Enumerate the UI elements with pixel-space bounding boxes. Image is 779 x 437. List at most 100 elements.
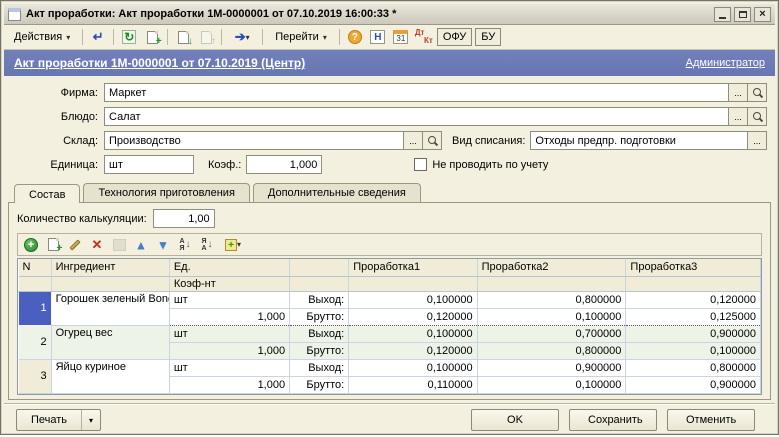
value-cell[interactable]: 0,100000 — [349, 359, 477, 376]
no-posting-checkbox[interactable] — [414, 158, 427, 171]
tab-composition[interactable]: Состав — [14, 184, 80, 203]
coefficient-cell[interactable]: 1,000 — [169, 342, 289, 359]
ofu-toggle-button[interactable]: ОФУ — [437, 28, 472, 46]
table-row[interactable]: 2 Огурец вес шт Выход: 0,100000 0,700000… — [19, 325, 761, 342]
unit-cell[interactable]: шт — [169, 291, 289, 308]
table-row[interactable]: 3 Яйцо куриное шт Выход: 0,100000 0,9000… — [19, 359, 761, 376]
ingredients-table-wrapper[interactable]: N Ингредиент Ед. Проработка1 Проработка2… — [17, 258, 762, 395]
value-cell[interactable]: 0,120000 — [349, 308, 477, 325]
unit-cell[interactable]: шт — [169, 359, 289, 376]
col-header-prorabotka1[interactable]: Проработка1 — [349, 259, 477, 276]
row-number-cell[interactable]: 3 — [19, 359, 52, 393]
numerator-button[interactable]: Н — [368, 28, 388, 47]
title-bar[interactable]: Акт проработки: Акт проработки 1М-000000… — [4, 4, 775, 25]
value-cell[interactable]: 0,100000 — [477, 308, 626, 325]
print-button[interactable]: Печать ▾ — [16, 409, 101, 431]
calendar-button[interactable]: 31 — [391, 28, 411, 47]
warehouse-open-button[interactable] — [423, 131, 442, 150]
col-header-unit[interactable]: Ед. — [169, 259, 289, 276]
dish-ellipsis-button[interactable]: ... — [729, 107, 748, 126]
value-cell[interactable]: 0,800000 — [477, 291, 626, 308]
bu-toggle-button[interactable]: БУ — [475, 28, 501, 46]
copy-document-button[interactable]: + — [142, 28, 162, 47]
firm-open-button[interactable] — [748, 83, 767, 102]
table-row[interactable]: 1 Горошек зеленый Bonduelle 200г шт Выхо… — [19, 291, 761, 308]
minimize-button[interactable] — [714, 7, 731, 22]
close-button[interactable]: × — [754, 7, 771, 22]
user-link[interactable]: Администратор — [686, 57, 765, 69]
actions-menu-button[interactable]: Действия ▾ — [7, 28, 77, 46]
end-edit-button[interactable] — [110, 236, 128, 253]
go-arrow-icon: ➔ — [235, 29, 246, 45]
col-header-prorabotka3[interactable]: Проработка3 — [626, 259, 761, 276]
value-cell[interactable]: 0,125000 — [626, 308, 761, 325]
value-cell[interactable]: 0,800000 — [626, 359, 761, 376]
sort-descending-button[interactable]: ЯА ↓ — [198, 236, 216, 253]
document-form: Фирма: Маркет ... Блюдо: Салат ... Склад… — [4, 76, 775, 181]
value-cell[interactable]: 0,120000 — [349, 342, 477, 359]
save-button[interactable]: Сохранить — [569, 409, 657, 431]
ingredient-cell[interactable]: Огурец вес — [51, 325, 169, 359]
window-title: Акт проработки: Акт проработки 1М-000000… — [26, 8, 714, 20]
value-cell[interactable]: 0,100000 — [349, 291, 477, 308]
edit-row-button[interactable] — [66, 236, 84, 253]
move-row-down-button[interactable]: ▼ — [154, 236, 172, 253]
writeoff-ellipsis-button[interactable]: ... — [748, 131, 767, 150]
sort-ascending-button[interactable]: АЯ ↓ — [176, 236, 194, 253]
coefficient-field[interactable]: 1,000 — [246, 155, 322, 174]
value-cell[interactable]: 0,100000 — [349, 325, 477, 342]
toolbar-separator — [262, 29, 263, 45]
ingredient-cell[interactable]: Горошек зеленый Bonduelle 200г — [51, 291, 169, 325]
post-document-button[interactable]: ↓ — [173, 28, 193, 47]
document-header-banner: Акт проработки 1М-0000001 от 07.10.2019 … — [4, 50, 775, 76]
selection-menu-button[interactable]: + ▾ — [220, 236, 246, 253]
move-row-up-button[interactable]: ▲ — [132, 236, 150, 253]
ingredient-cell[interactable]: Яйцо куриное — [51, 359, 169, 393]
col-header-n[interactable]: N — [19, 259, 52, 276]
ok-button[interactable]: OK — [471, 409, 559, 431]
dish-open-button[interactable] — [748, 107, 767, 126]
writeoff-type-field[interactable]: Отходы предпр. подготовки — [530, 131, 748, 150]
coefficient-cell[interactable]: 1,000 — [169, 376, 289, 393]
goto-menu-button[interactable]: Перейти ▾ — [268, 28, 334, 46]
value-cell[interactable]: 0,110000 — [349, 376, 477, 393]
cancel-button[interactable]: Отменить — [667, 409, 755, 431]
firm-field[interactable]: Маркет — [104, 83, 729, 102]
value-cell[interactable]: 0,100000 — [477, 376, 626, 393]
row-number-cell[interactable]: 2 — [19, 325, 52, 359]
row-number-cell[interactable]: 1 — [19, 291, 52, 325]
go-to-related-button[interactable]: ➔ ▾ — [227, 28, 257, 47]
unpost-document-button[interactable]: ↑ — [196, 28, 216, 47]
coefficient-cell[interactable]: 1,000 — [169, 308, 289, 325]
document-title-link[interactable]: Акт проработки 1М-0000001 от 07.10.2019 … — [14, 56, 305, 70]
col-header-prorabotka2[interactable]: Проработка2 — [477, 259, 626, 276]
warehouse-ellipsis-button[interactable]: ... — [404, 131, 423, 150]
add-row-button[interactable]: + — [22, 236, 40, 253]
unit-cell[interactable]: шт — [169, 325, 289, 342]
arrow-up-icon: ▲ — [135, 239, 147, 251]
dish-field[interactable]: Салат — [104, 107, 729, 126]
copy-row-button[interactable]: + — [44, 236, 62, 253]
value-cell[interactable]: 0,120000 — [626, 291, 761, 308]
calc-quantity-field[interactable]: 1,00 — [153, 209, 215, 228]
col-header-ingredient[interactable]: Ингредиент — [51, 259, 169, 276]
value-cell[interactable]: 0,900000 — [626, 376, 761, 393]
write-and-close-button[interactable]: ↵ — [88, 28, 108, 47]
help-button[interactable]: ? — [345, 28, 365, 47]
firm-ellipsis-button[interactable]: ... — [729, 83, 748, 102]
col-header-rowtype[interactable] — [290, 259, 349, 276]
refresh-button[interactable]: ↻ — [119, 28, 139, 47]
tab-cooking-technology[interactable]: Технология приготовления — [83, 183, 249, 202]
unit-field[interactable]: шт — [104, 155, 194, 174]
value-cell[interactable]: 0,900000 — [477, 359, 626, 376]
tab-additional-info[interactable]: Дополнительные сведения — [253, 183, 421, 202]
maximize-button[interactable] — [734, 7, 751, 22]
delete-row-button[interactable]: ✕ — [88, 236, 106, 253]
value-cell[interactable]: 0,900000 — [626, 325, 761, 342]
dt-kt-postings-button[interactable]: ДтКт — [414, 28, 434, 47]
dish-label: Блюдо: — [12, 111, 104, 123]
value-cell[interactable]: 0,100000 — [626, 342, 761, 359]
value-cell[interactable]: 0,700000 — [477, 325, 626, 342]
warehouse-field[interactable]: Производство — [104, 131, 404, 150]
value-cell[interactable]: 0,800000 — [477, 342, 626, 359]
